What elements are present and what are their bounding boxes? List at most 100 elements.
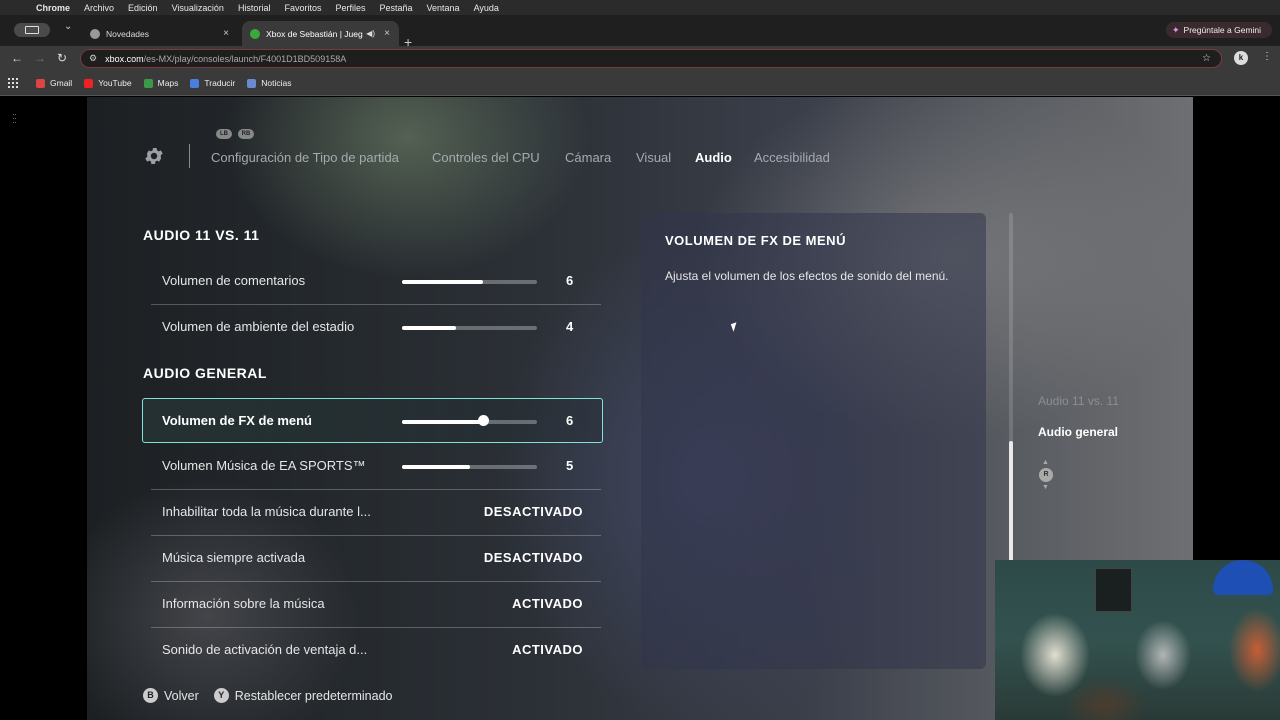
- slider-value: 5: [566, 458, 574, 473]
- jump-audio-general[interactable]: Audio general: [1038, 425, 1118, 439]
- row-label: Música siempre activada: [162, 550, 306, 565]
- volume-slider[interactable]: [402, 280, 537, 284]
- y-button-icon[interactable]: Y: [213, 688, 229, 703]
- lb-button-hint: LB: [216, 129, 232, 139]
- apps-grid-icon[interactable]: [8, 78, 18, 88]
- maps-icon: [143, 78, 153, 88]
- volume-slider[interactable]: [402, 465, 537, 469]
- volume-slider[interactable]: [402, 326, 537, 330]
- close-tab-icon[interactable]: ×: [220, 28, 232, 39]
- gemini-label: Pregúntale a Gemini: [1183, 25, 1262, 35]
- description-panel: VOLUMEN DE FX DE MENÚ Ajusta el volumen …: [641, 213, 986, 669]
- description-title: VOLUMEN DE FX DE MENÚ: [665, 233, 846, 248]
- bookmark-label: YouTube: [98, 78, 132, 88]
- menu-historial[interactable]: Historial: [238, 3, 271, 13]
- bookmark-label: Gmail: [50, 78, 73, 88]
- tab-xbox[interactable]: Xbox de Sebastián | Jueg ◀) ×: [242, 21, 399, 46]
- menu-archivo[interactable]: Archivo: [84, 3, 114, 13]
- browser-menu-icon[interactable]: ⋮: [1262, 51, 1272, 62]
- toggle-row-inhabilitar-musica[interactable]: Inhabilitar toda la música durante l... …: [151, 490, 601, 536]
- toggle-value[interactable]: DESACTIVADO: [484, 550, 583, 565]
- gear-icon[interactable]: [143, 145, 165, 167]
- tab-accesibilidad[interactable]: Accesibilidad: [754, 150, 830, 165]
- tab-audio[interactable]: Audio: [695, 150, 732, 165]
- bookmark-noticias[interactable]: Noticias: [247, 78, 292, 88]
- menu-ventana[interactable]: Ventana: [427, 3, 460, 13]
- slider-row-comentarios[interactable]: Volumen de comentarios 6: [151, 259, 601, 305]
- tab-camara[interactable]: Cámara: [565, 150, 611, 165]
- slider-knob[interactable]: [478, 415, 489, 426]
- profile-avatar[interactable]: k: [1234, 51, 1248, 65]
- back-label[interactable]: Volver: [164, 689, 199, 703]
- row-label: Volumen de ambiente del estadio: [162, 319, 355, 334]
- apple-icon[interactable]: [12, 2, 22, 13]
- browser-toolbar: ← → ↻ ⚙ xbox.com/es-MX/play/consoles/lau…: [0, 46, 1280, 71]
- reload-icon[interactable]: ↻: [57, 51, 67, 65]
- right-stick-hint: R: [1039, 468, 1053, 482]
- row-label: Volumen Música de EA SPORTS™: [162, 458, 366, 473]
- bookmark-star-icon[interactable]: ☆: [1202, 53, 1211, 64]
- baseball-cap: [1213, 560, 1273, 595]
- menu-pestana[interactable]: Pestaña: [379, 3, 412, 13]
- site-info-icon[interactable]: ⚙: [89, 53, 97, 64]
- button-hints-footer: B Volver Y Restablecer predeterminado: [143, 688, 392, 703]
- toggle-row-sonido-ventaja[interactable]: Sonido de activación de ventaja d... ACT…: [151, 628, 601, 674]
- tab-overview-icon: [25, 26, 39, 34]
- tab-title: Novedades: [106, 28, 150, 39]
- menu-app-name[interactable]: Chrome: [36, 3, 70, 13]
- toggle-value[interactable]: ACTIVADO: [512, 642, 583, 657]
- slider-fill: [402, 465, 470, 469]
- speaker-icon[interactable]: ◀): [366, 29, 375, 38]
- address-bar[interactable]: ⚙ xbox.com/es-MX/play/consoles/launch/F4…: [80, 49, 1222, 68]
- menu-ayuda[interactable]: Ayuda: [474, 3, 499, 13]
- forward-icon[interactable]: →: [34, 51, 46, 65]
- bookmark-maps[interactable]: Maps: [143, 78, 179, 88]
- tab-configuracion-tipo-partida[interactable]: Configuración de Tipo de partida: [211, 150, 399, 165]
- row-label: Volumen de comentarios: [162, 273, 306, 288]
- slider-value: 6: [566, 413, 574, 428]
- row-label: Volumen de FX de menú: [162, 413, 313, 428]
- gemini-button[interactable]: ✦ Pregúntale a Gemini: [1166, 22, 1272, 38]
- gemini-sparkle-icon: ✦: [1172, 24, 1180, 35]
- menu-visualizacion[interactable]: Visualización: [172, 3, 224, 13]
- toggle-row-musica-siempre[interactable]: Música siempre activada DESACTIVADO: [151, 536, 601, 582]
- tab-controles-cpu[interactable]: Controles del CPU: [432, 150, 540, 165]
- close-tab-icon[interactable]: ×: [381, 28, 393, 39]
- slider-row-ambiente[interactable]: Volumen de ambiente del estadio 4: [151, 305, 601, 351]
- bookmarks-bar: Gmail YouTube Maps Traducir Noticias: [0, 71, 1280, 96]
- slider-row-musica-ea[interactable]: Volumen Música de EA SPORTS™ 5: [151, 444, 601, 490]
- back-icon[interactable]: ←: [11, 51, 23, 65]
- slider-fill: [402, 420, 483, 424]
- volume-slider[interactable]: [402, 415, 537, 426]
- url-path: /es-MX/play/consoles/launch/F4001D1BD509…: [143, 53, 347, 64]
- xbox-icon: [250, 28, 260, 39]
- drag-handle-icon[interactable]: ·· ·· ··: [12, 110, 17, 127]
- bookmark-gmail[interactable]: Gmail: [36, 78, 72, 88]
- menu-perfiles[interactable]: Perfiles: [335, 3, 365, 13]
- toggle-value[interactable]: DESACTIVADO: [484, 504, 583, 519]
- bookmark-label: Traducir: [204, 78, 236, 88]
- menu-favoritos[interactable]: Favoritos: [284, 3, 321, 13]
- tab-visual[interactable]: Visual: [636, 150, 671, 165]
- tab-list-dropdown-icon[interactable]: ⌄: [64, 21, 72, 32]
- slider-fill: [402, 326, 456, 330]
- scrollbar[interactable]: [1009, 213, 1013, 563]
- bookmark-label: Maps: [157, 78, 179, 88]
- chevron-up-icon: ▲: [1042, 459, 1049, 466]
- jump-audio-11vs11[interactable]: Audio 11 vs. 11: [1038, 394, 1119, 408]
- toggle-row-info-musica[interactable]: Información sobre la música ACTIVADO: [151, 582, 601, 628]
- menu-edicion[interactable]: Edición: [128, 3, 158, 13]
- b-button-icon[interactable]: B: [143, 688, 158, 703]
- section-audio-general: AUDIO GENERAL: [143, 365, 267, 381]
- scrollbar-thumb[interactable]: [1009, 441, 1013, 563]
- tab-novedades[interactable]: Novedades ×: [82, 21, 238, 46]
- slider-row-fx-menu-selected[interactable]: Volumen de FX de menú 6: [142, 398, 603, 443]
- macos-menu-bar: Chrome Archivo Edición Visualización His…: [0, 0, 1280, 15]
- reset-default-label[interactable]: Restablecer predeterminado: [235, 689, 393, 703]
- toggle-value[interactable]: ACTIVADO: [512, 596, 583, 611]
- tab-search-button[interactable]: [14, 23, 50, 37]
- bookmark-traducir[interactable]: Traducir: [190, 78, 235, 88]
- slider-value: 6: [566, 273, 574, 288]
- bookmark-youtube[interactable]: YouTube: [84, 78, 132, 88]
- chevron-down-icon: ▼: [1042, 484, 1049, 491]
